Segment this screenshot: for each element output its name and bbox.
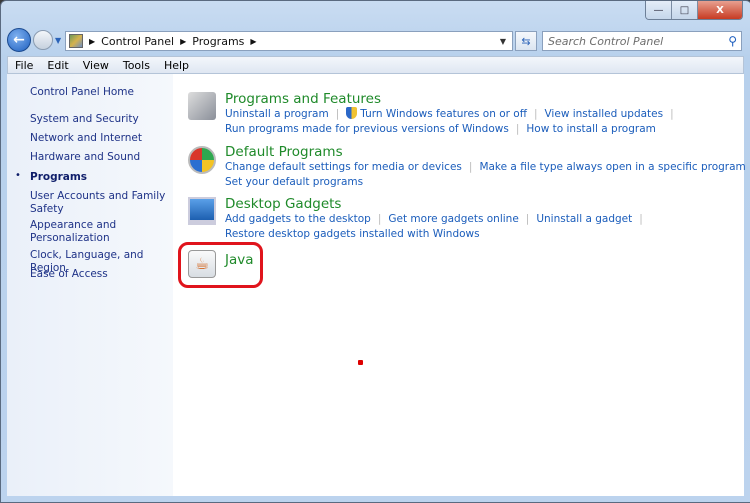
chevron-right-icon[interactable]: ▶ [89, 37, 95, 46]
category-title[interactable]: Desktop Gadgets [225, 196, 650, 212]
sidebar-item-programs[interactable]: Programs [30, 171, 170, 184]
link-uninstall-gadget[interactable]: Uninstall a gadget [536, 213, 632, 225]
sidebar-item-ease-of-access[interactable]: Ease of Access [30, 268, 170, 281]
close-button[interactable]: X [698, 1, 742, 19]
minimize-button[interactable]: — [646, 1, 672, 19]
link-restore-gadgets[interactable]: Restore desktop gadgets installed with W… [225, 228, 480, 240]
menu-tools[interactable]: Tools [116, 59, 157, 72]
sidebar-item-network[interactable]: Network and Internet [30, 132, 170, 145]
refresh-button[interactable]: ⇆ [515, 31, 537, 51]
link-set-defaults[interactable]: Set your default programs [225, 176, 363, 188]
highlight-annotation [178, 242, 263, 288]
desktop-gadgets-icon [188, 197, 216, 225]
sidebar-item-user-accounts[interactable]: User Accounts and Family Safety [30, 190, 170, 215]
link-add-gadgets[interactable]: Add gadgets to the desktop [225, 213, 371, 225]
sidebar-home[interactable]: Control Panel Home [30, 86, 170, 99]
category-title[interactable]: Default Programs [225, 144, 746, 160]
refresh-icon: ⇆ [521, 34, 531, 48]
forward-button[interactable] [33, 30, 53, 50]
content-pane: Programs and Features Uninstall a progra… [173, 74, 746, 496]
control-panel-icon [69, 34, 83, 48]
link-file-type[interactable]: Make a file type always open in a specif… [479, 161, 745, 173]
breadcrumb-control-panel[interactable]: Control Panel [101, 35, 174, 48]
search-icon[interactable]: ⚲ [728, 34, 737, 48]
window-frame: — □ X ← ▼ ▶ Control Panel ▶ Programs ▶ ▼… [0, 0, 750, 503]
sidebar-item-system-security[interactable]: System and Security [30, 113, 170, 126]
link-more-gadgets[interactable]: Get more gadgets online [388, 213, 518, 225]
menu-edit[interactable]: Edit [40, 59, 75, 72]
link-uninstall-program[interactable]: Uninstall a program [225, 108, 329, 120]
back-button[interactable]: ← [7, 28, 31, 52]
category-title[interactable]: Programs and Features [225, 91, 681, 107]
address-dropdown-icon[interactable]: ▼ [500, 37, 506, 46]
sidebar: Control Panel Home System and Security N… [7, 74, 173, 496]
sidebar-item-appearance[interactable]: Appearance and Personalization [30, 219, 130, 244]
red-dot-mark [358, 360, 363, 365]
chevron-right-icon[interactable]: ▶ [250, 37, 256, 46]
recent-pages-dropdown[interactable]: ▼ [55, 36, 61, 45]
programs-features-icon [188, 92, 216, 120]
address-bar[interactable]: ▶ Control Panel ▶ Programs ▶ ▼ [65, 31, 513, 51]
uac-shield-icon [346, 107, 358, 119]
category-default-programs: Default Programs Change default settings… [225, 144, 746, 188]
search-placeholder: Search Control Panel [548, 34, 664, 48]
search-input[interactable]: Search Control Panel ⚲ [542, 31, 742, 51]
menu-bar: File Edit View Tools Help [7, 56, 744, 74]
link-compat-programs[interactable]: Run programs made for previous versions … [225, 123, 509, 135]
default-programs-icon [188, 146, 216, 174]
current-bullet: • [15, 170, 21, 181]
menu-help[interactable]: Help [157, 59, 196, 72]
link-change-defaults[interactable]: Change default settings for media or dev… [225, 161, 462, 173]
chevron-right-icon[interactable]: ▶ [180, 37, 186, 46]
category-desktop-gadgets: Desktop Gadgets Add gadgets to the deskt… [225, 196, 650, 242]
sidebar-item-hardware[interactable]: Hardware and Sound [30, 151, 170, 164]
menu-view[interactable]: View [76, 59, 116, 72]
link-windows-features[interactable]: Turn Windows features on or off [360, 108, 527, 120]
link-how-to-install[interactable]: How to install a program [526, 123, 655, 135]
link-view-updates[interactable]: View installed updates [544, 108, 663, 120]
category-programs-features: Programs and Features Uninstall a progra… [225, 91, 681, 137]
maximize-button[interactable]: □ [672, 1, 698, 19]
menu-file[interactable]: File [8, 59, 40, 72]
breadcrumb-programs[interactable]: Programs [192, 35, 244, 48]
arrow-left-icon: ← [13, 32, 25, 48]
